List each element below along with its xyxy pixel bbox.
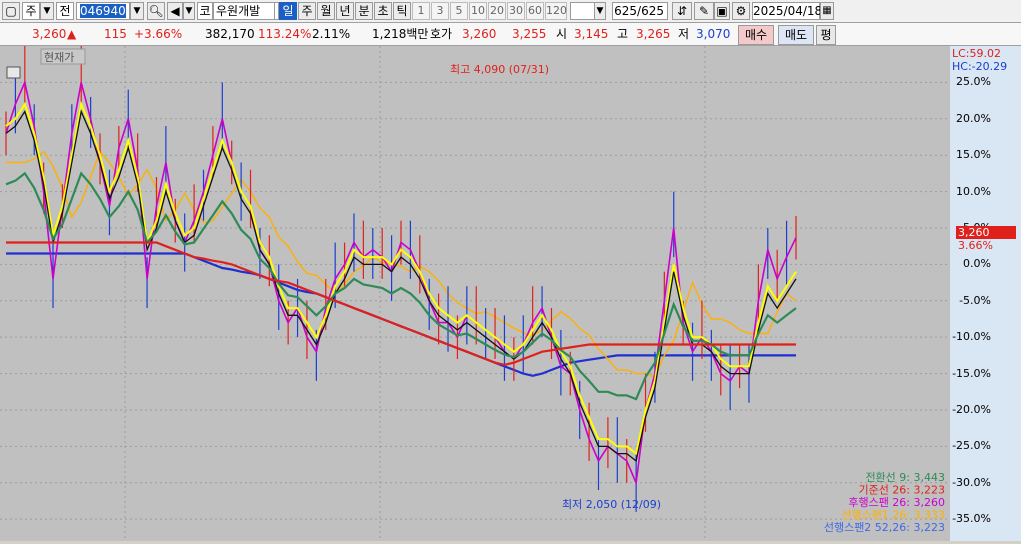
speaker-icon[interactable]: ◀ [167, 2, 183, 20]
y-tick-label-5: 0.0% [963, 257, 991, 271]
date-field[interactable]: 2025/04/18 [752, 2, 822, 20]
legend-item-1: 기준선 26: 3,223 [858, 484, 945, 497]
period-tab-4[interactable]: 분 [355, 2, 373, 20]
y-tick-label-12: -35.0% [952, 512, 991, 526]
current-price-label: 현재가 [44, 51, 74, 64]
period-tab-2[interactable]: 월 [317, 2, 335, 20]
y-tick-label-6: -5.0% [959, 293, 991, 307]
volume-ratio: 113.24% [258, 27, 312, 41]
period-tab-3[interactable]: 년 [336, 2, 354, 20]
interval-tab-10[interactable]: 10 [469, 2, 487, 20]
interval-tab-20[interactable]: 20 [488, 2, 506, 20]
ask1: 3,260 [462, 27, 497, 41]
low-price: 3,070 [696, 27, 731, 41]
high-label: 고 [617, 27, 629, 41]
price-change-pct: +3.66% [134, 27, 183, 41]
current-price-tag: 3,260 [956, 225, 1016, 239]
gear-icon[interactable]: ⚙ [732, 2, 750, 20]
chevron-down-icon[interactable]: ▼ [40, 2, 54, 20]
y-tick-label-11: -30.0% [952, 475, 991, 489]
y-axis-panel: 25.0%20.0%15.0%10.0%5.0%0.0%-5.0%-10.0%-… [950, 46, 1021, 541]
chart-area[interactable]: 최고 4,090 (07/31) 최저 2,050 (12/09) 전환선 9: 3… [0, 46, 1021, 541]
code-value: 046940 [80, 4, 126, 18]
legend-item-4: 선행스팬2 52,26: 3,223 [824, 521, 945, 534]
open-label: 시 [556, 27, 568, 41]
lc-label: LC:59.02 [952, 47, 1002, 60]
sell-button[interactable]: 매도 [778, 25, 814, 45]
y-tick-label-0: 25.0% [956, 75, 991, 89]
y-tick-label-2: 15.0% [956, 148, 991, 162]
y-tick-label-7: -10.0% [952, 330, 991, 344]
interval-tab-120[interactable]: 120 [545, 2, 567, 20]
period-tab-0[interactable]: 일 [279, 2, 297, 20]
buy-button[interactable]: 매수 [738, 25, 774, 45]
draw-tool-icon[interactable]: ✎ [694, 2, 714, 20]
unit-dropdown-icon[interactable]: ▼ [594, 2, 606, 20]
legend-item-3: 선행스팬1 26: 3,333 [841, 509, 945, 522]
chart-canvas[interactable]: 최고 4,090 (07/31) 최저 2,050 (12/09) 전환선 9: 3… [0, 46, 1021, 541]
eval-button[interactable]: 평 [816, 25, 836, 45]
market-select[interactable]: 주 [22, 2, 40, 20]
interval-tab-60[interactable]: 60 [526, 2, 544, 20]
y-tick-label-1: 20.0% [956, 111, 991, 125]
quote-bar: 3,260 ▲ 115 +3.66% 382,170 113.24% 2.11%… [0, 23, 1021, 46]
plot-background [0, 46, 950, 541]
legend-item-2: 후행스팬 26: 3,260 [848, 496, 945, 509]
low-label: 저 [678, 27, 690, 41]
interval-tab-1[interactable]: 1 [412, 2, 430, 20]
high-price: 3,265 [636, 27, 671, 41]
y-tick-label-9: -20.0% [952, 402, 991, 416]
code-dropdown-icon[interactable]: ▼ [130, 2, 144, 20]
current-pct-tag: 3.66% [958, 238, 993, 252]
search-icon[interactable]: 🔍︎ [147, 2, 165, 20]
market-tag: 코 [197, 2, 213, 20]
count-field[interactable]: 625/625 [612, 2, 668, 20]
hc-label: HC:-20.29 [952, 60, 1008, 73]
y-tick-label-3: 10.0% [956, 184, 991, 198]
code-input[interactable]: 046940 [76, 2, 130, 20]
legend-item-0: 전환선 9: 3,443 [865, 471, 945, 484]
prev-button[interactable]: 전 [56, 2, 74, 20]
price-change: 115 [104, 27, 127, 41]
interval-tab-30[interactable]: 30 [507, 2, 525, 20]
stock-name: 우원개발 [213, 2, 275, 20]
ask-label: 호가 [430, 27, 453, 41]
period-tab-6[interactable]: 틱 [393, 2, 411, 20]
turnover: 2.11% [312, 27, 351, 41]
speaker-dropdown-icon[interactable]: ▼ [183, 2, 195, 20]
max-annotation: 최고 4,090 (07/31) [450, 63, 549, 76]
calendar-icon[interactable]: ▦ [820, 2, 834, 20]
amount: 1,218백만 [372, 27, 429, 41]
window-icon[interactable]: ▢ [2, 2, 20, 20]
period-tab-5[interactable]: 초 [374, 2, 392, 20]
candle-icon[interactable]: ⇵ [672, 2, 692, 20]
interval-tab-5[interactable]: 5 [450, 2, 468, 20]
grid-toggle-icon [6, 66, 21, 79]
y-tick-label-10: -25.0% [952, 439, 991, 453]
toolbar: ▢ 주 ▼ 전 046940 ▼ 🔍︎ ◀ ▼ 코 우원개발 ▼ 625/625… [0, 0, 1021, 23]
min-annotation: 최저 2,050 (12/09) [562, 498, 661, 511]
open-price: 3,145 [574, 27, 609, 41]
period-tab-1[interactable]: 주 [298, 2, 316, 20]
interval-tab-3[interactable]: 3 [431, 2, 449, 20]
current-price: 3,260 [32, 27, 67, 41]
ask2: 3,255 [512, 27, 547, 41]
save-icon[interactable]: ▣ [714, 2, 730, 20]
up-triangle-icon: ▲ [67, 27, 77, 41]
y-tick-label-8: -15.0% [952, 366, 991, 380]
volume: 382,170 [205, 27, 255, 41]
